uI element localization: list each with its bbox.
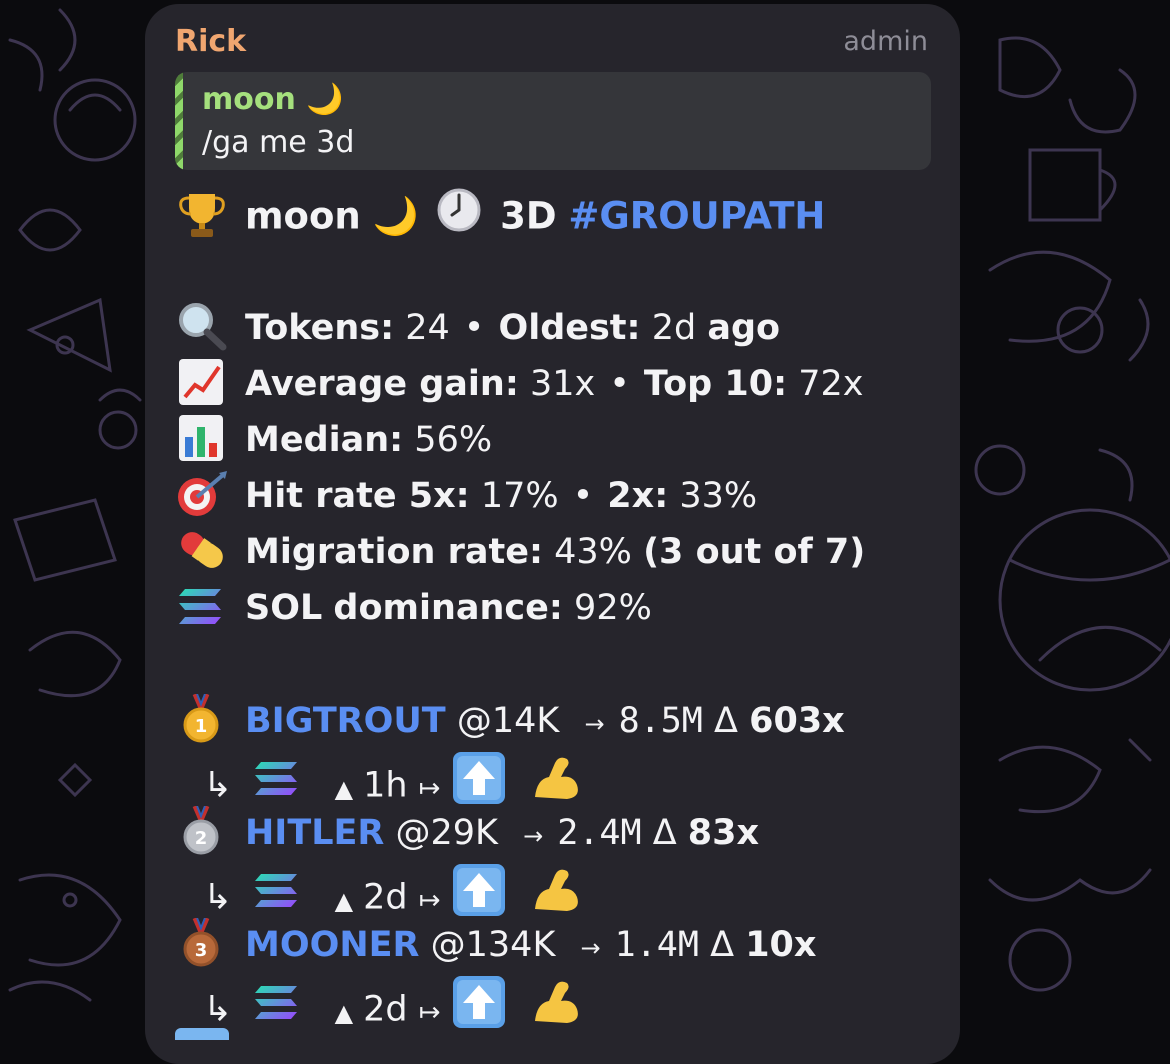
stat-migration-rate: Migration rate: 43% (3 out of 7) [175, 528, 865, 578]
stat-hit-rate: Hit rate 5x: 17% • 2x: 33% [175, 469, 758, 522]
leader-row: 1 BIGTROUT @14K → 8.5M Δ 603x [175, 693, 845, 747]
clock-icon [436, 187, 482, 243]
stat-median: Median: 56% [175, 413, 493, 466]
silver-medal-icon: 2 [175, 805, 229, 856]
solana-icon [175, 581, 229, 631]
chart-up-icon [175, 357, 229, 407]
leader-token-link[interactable]: HITLER [245, 813, 384, 853]
leader-entry: 29K [430, 813, 499, 853]
stat-sol-dominance: SOL dominance: 92% [175, 584, 652, 634]
leader-row: 2 HITLER @29K → 2.4M Δ 83x [175, 805, 760, 859]
leader-multiple: 603x [749, 701, 845, 741]
stat-tokens: Tokens: 24 • Oldest: 2d ago [175, 301, 780, 354]
leader-peak: 8.5M [618, 701, 703, 741]
svg-text:2: 2 [195, 828, 208, 849]
title-period: 3D [500, 194, 557, 238]
median-value: 56% [414, 420, 493, 460]
leader-token-link[interactable]: MOONER [245, 925, 420, 965]
next-row-icon [175, 1028, 229, 1040]
average-gain-value: 31x [529, 364, 596, 404]
title-moon-icon: 🌙 [372, 194, 419, 238]
solana-icon [251, 756, 305, 811]
leader-peak: 1.4M [614, 925, 699, 965]
bronze-medal-icon: 3 [175, 917, 229, 968]
target-icon [175, 469, 229, 519]
muscle-icon [529, 865, 583, 926]
oldest-value: 2d [651, 308, 697, 348]
leader-age: 2d [363, 989, 408, 1030]
sol-dominance-value: 92% [574, 588, 652, 628]
leader-age: 2d [363, 877, 408, 918]
gold-medal-icon: 1 [175, 693, 229, 744]
leader-multiple: 10x [745, 925, 817, 965]
pill-icon [175, 525, 229, 575]
muscle-icon [529, 753, 583, 814]
solana-icon [251, 868, 305, 923]
solana-icon [251, 980, 305, 1035]
stat-average-gain: Average gain: 31x • Top 10: 72x [175, 357, 864, 410]
migration-value: 43% [554, 532, 632, 572]
up-arrow-icon [452, 975, 506, 1040]
up-arrow-icon [452, 863, 506, 928]
leader-age: 1h [363, 765, 408, 806]
leader-entry: 14K [491, 701, 560, 741]
leader-row: 3 MOONER @134K → 1.4M Δ 10x [175, 917, 817, 971]
trophy-icon [175, 190, 229, 240]
leader-subrow: ↳ ▲ 2d ↦ [203, 975, 583, 1043]
magnifier-icon [175, 301, 229, 351]
title-name: moon [245, 194, 361, 238]
leader-token-link[interactable]: BIGTROUT [245, 701, 446, 741]
bar-chart-icon [175, 413, 229, 463]
hit-rate-2x-value: 33% [679, 476, 758, 516]
svg-text:1: 1 [195, 716, 208, 737]
leader-multiple: 83x [687, 813, 760, 853]
tokens-value: 24 [405, 308, 450, 348]
top10-value: 72x [798, 364, 864, 404]
groupath-hashtag-link[interactable]: #GROUPATH [568, 195, 825, 238]
leader-peak: 2.4M [557, 813, 642, 853]
summary-title: moon 🌙 3D #GROUPATH [175, 187, 825, 246]
up-arrow-icon [452, 751, 506, 816]
migration-detail: (3 out of 7) [643, 532, 866, 572]
leader-entry: 134K [465, 925, 556, 965]
svg-text:3: 3 [195, 940, 208, 961]
muscle-icon [529, 977, 583, 1038]
hit-rate-5x-value: 17% [480, 476, 559, 516]
